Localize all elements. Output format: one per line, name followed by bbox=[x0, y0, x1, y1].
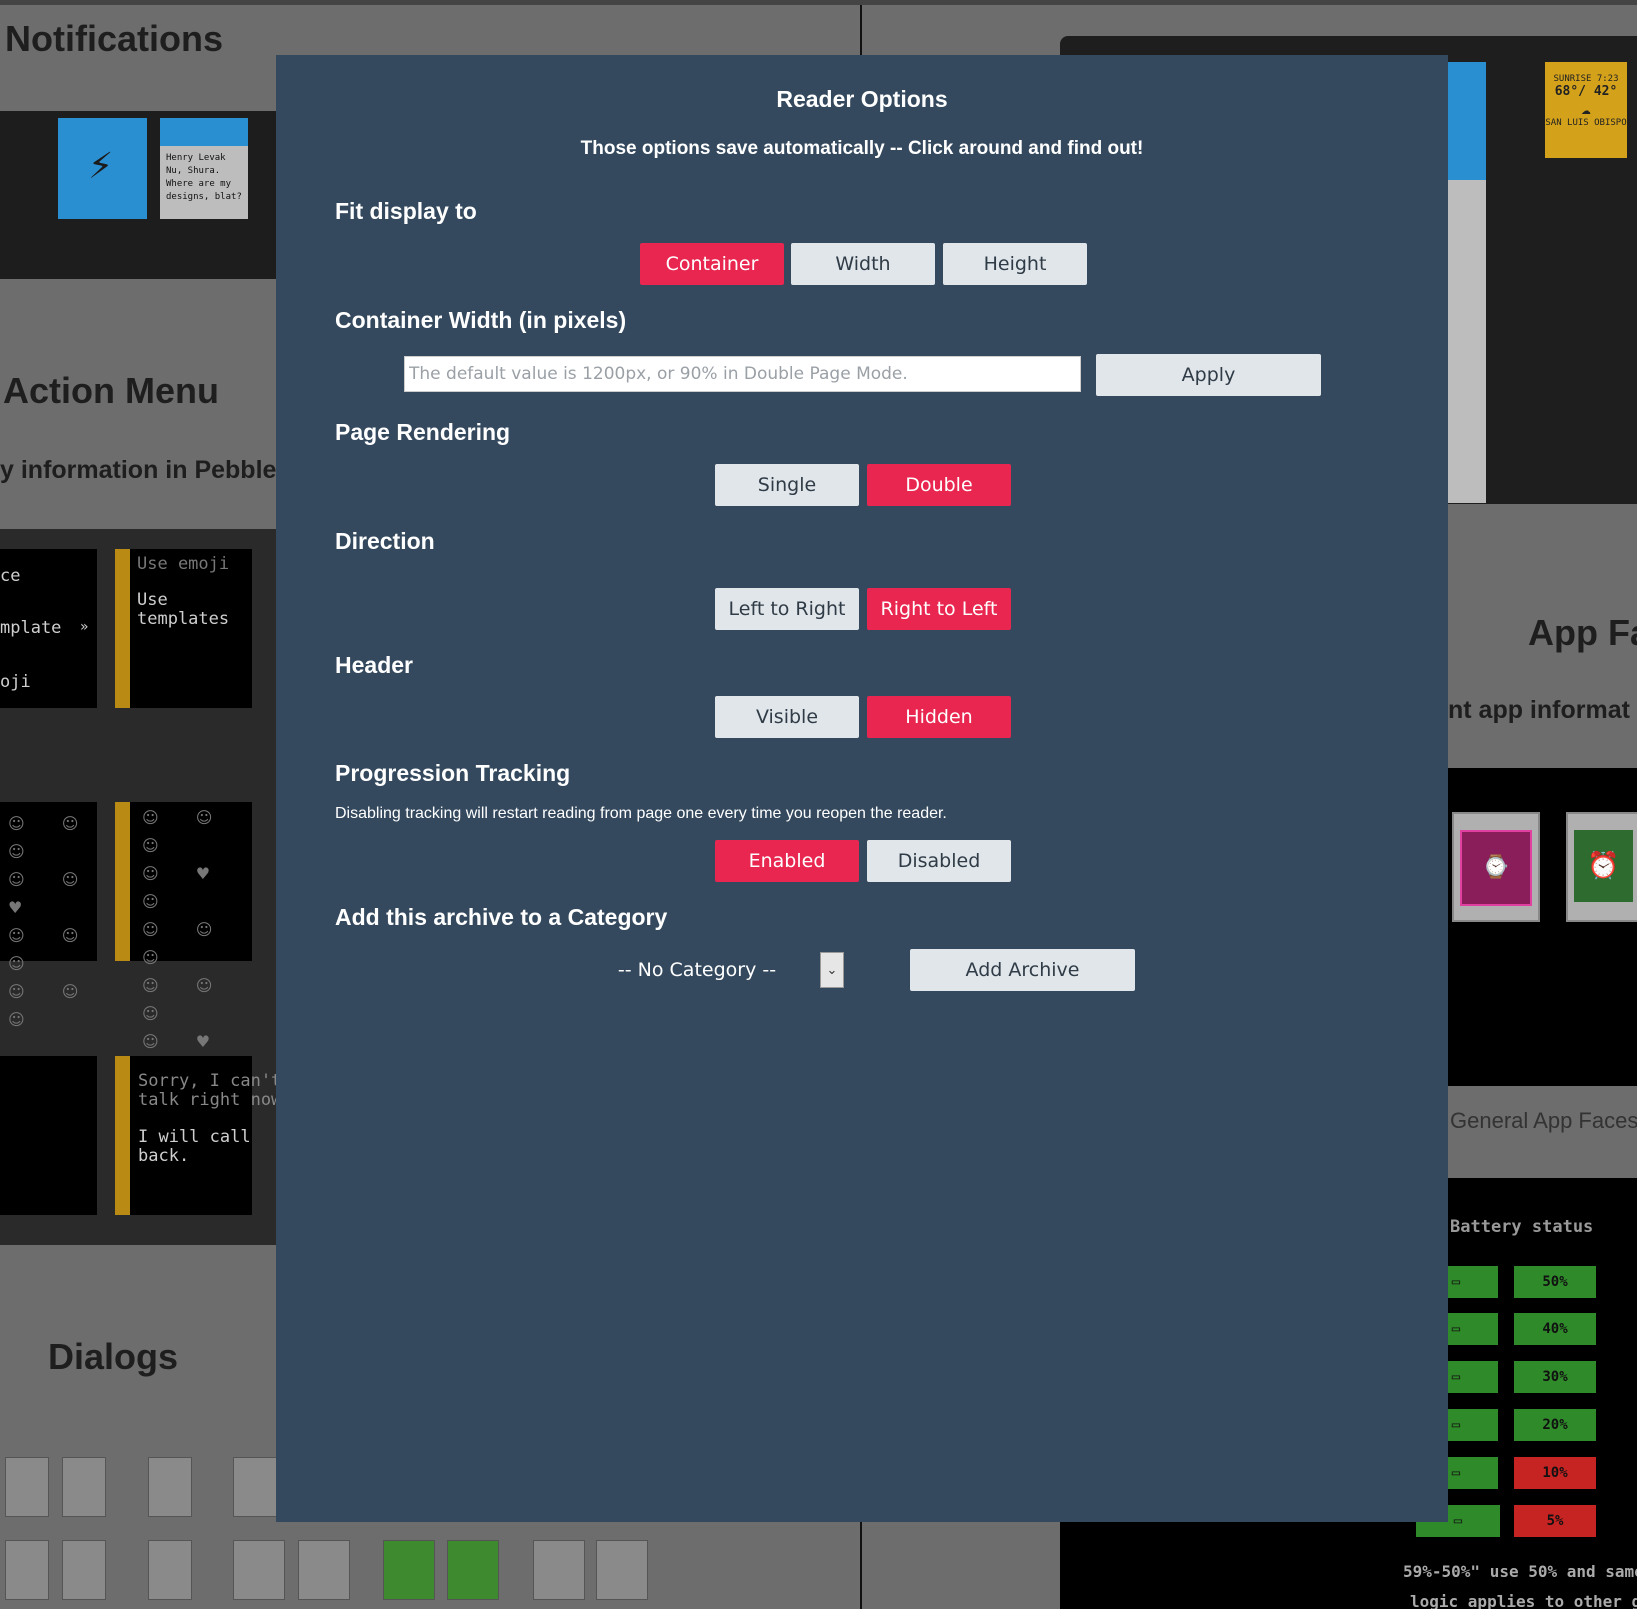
fit-height-button[interactable]: Height bbox=[943, 243, 1087, 285]
watch-screen-2: Use emoji Use templates bbox=[130, 549, 252, 708]
header-heading: Header bbox=[335, 652, 413, 678]
dialog-thumb bbox=[5, 1540, 49, 1600]
tracking-disabled-button[interactable]: Disabled bbox=[867, 840, 1011, 882]
lightning-icon: ⚡ bbox=[88, 146, 114, 187]
tracking-enabled-button[interactable]: Enabled bbox=[715, 840, 859, 882]
top-strip bbox=[0, 0, 1637, 5]
watch-screen-4: ☺ ☺ ☺☺ ♥ ☺☺ ☺ ☺☺ ☺ ☺☺ ♥ ☺ bbox=[130, 802, 252, 1079]
bg-heading-dialogs: Dialogs bbox=[48, 1336, 179, 1377]
action-bar-3 bbox=[115, 1056, 130, 1215]
battery-badge: 40% bbox=[1514, 1313, 1596, 1345]
modal-title: Reader Options bbox=[776, 86, 948, 112]
render-single-button[interactable]: Single bbox=[715, 464, 859, 506]
apply-width-button[interactable]: Apply bbox=[1096, 354, 1321, 396]
weather-city: SAN LUIS OBISPO bbox=[1545, 118, 1627, 128]
modal-subtitle: Those options save automatically -- Clic… bbox=[580, 138, 1144, 159]
watch-text-use-emoji: Use emoji bbox=[137, 554, 230, 574]
dialog-thumb bbox=[148, 1457, 192, 1517]
dialog-thumb bbox=[233, 1540, 285, 1600]
dialog-thumb bbox=[62, 1457, 106, 1517]
battery-badge: 10% bbox=[1514, 1457, 1596, 1489]
container-width-heading: Container Width (in pixels) bbox=[335, 307, 627, 333]
bg-heading-app-faces: App Fa bbox=[1528, 612, 1637, 653]
render-double-button[interactable]: Double bbox=[867, 464, 1011, 506]
weather-temp: 68°/ 42° bbox=[1554, 84, 1618, 99]
reader-options-modal: Reader Options Those options save automa… bbox=[276, 55, 1448, 1522]
bg-heading-action-menu: Action Menu bbox=[3, 370, 219, 411]
dialog-thumb bbox=[596, 1540, 648, 1600]
cloud-icon: ☁ bbox=[1581, 99, 1591, 118]
direction-heading: Direction bbox=[335, 528, 435, 554]
watch-icon: ⌚ bbox=[1460, 830, 1532, 906]
header-visible-button[interactable]: Visible bbox=[715, 696, 859, 738]
direction-rtl-button[interactable]: Right to Left bbox=[867, 588, 1011, 630]
bg-general-app-faces: General App Faces bbox=[1450, 1108, 1637, 1133]
battery-badge: 20% bbox=[1514, 1409, 1596, 1441]
fit-container-button[interactable]: Container bbox=[640, 243, 784, 285]
emoji-grid-icon: ☺ ☺ ☺ ☺ ☺ ♥ ☺ ☺ ☺ ☺ ☺ ☺ bbox=[8, 814, 95, 1029]
watch-screen-5 bbox=[0, 1056, 97, 1215]
header-hidden-button[interactable]: Hidden bbox=[867, 696, 1011, 738]
fit-width-button[interactable]: Width bbox=[791, 243, 935, 285]
category-heading: Add this archive to a Category bbox=[335, 904, 668, 930]
action-bar bbox=[115, 549, 130, 708]
weather-tile: SUNRISE 7:23 68°/ 42° ☁ SAN LUIS OBISPO bbox=[1545, 62, 1627, 158]
watch-text-will-call: I will call back. bbox=[138, 1127, 251, 1166]
category-select[interactable]: -- No Category -- ⌄ bbox=[574, 950, 844, 990]
notification-detail-tile: Henry Levak Nu, Shura. Where are my desi… bbox=[160, 118, 248, 219]
add-archive-button[interactable]: Add Archive bbox=[910, 949, 1135, 991]
direction-ltr-button[interactable]: Left to Right bbox=[715, 588, 859, 630]
emoji-grid-icon-2: ☺ ☺ ☺☺ ♥ ☺☺ ☺ ☺☺ ☺ ☺☺ ♥ ☺ bbox=[142, 808, 229, 1079]
bg-battery-status: Battery status bbox=[1450, 1217, 1594, 1237]
watch-screen-6: Sorry, I can't talk right now. I will ca… bbox=[130, 1056, 292, 1215]
alarm-face: ⌚ bbox=[1452, 812, 1540, 922]
bg-action-menu-sub: y information in Pebble bbox=[0, 456, 277, 484]
dialog-thumb bbox=[5, 1457, 49, 1517]
notif-text: Henry Levak Nu, Shura. Where are my desi… bbox=[166, 153, 242, 202]
battery-badge: 50% bbox=[1514, 1266, 1596, 1298]
watch-text-use-templates: Use templates bbox=[137, 590, 230, 629]
text-tile bbox=[1448, 180, 1486, 503]
watch-text-template: mplate bbox=[0, 618, 62, 638]
battery-badge: 5% bbox=[1514, 1505, 1596, 1537]
watch-screen-3: ☺ ☺ ☺ ☺ ☺ ♥ ☺ ☺ ☺ ☺ ☺ ☺ bbox=[0, 802, 97, 1029]
dialog-thumb bbox=[62, 1540, 106, 1600]
battery-badge: 30% bbox=[1514, 1361, 1596, 1393]
dialog-thumb bbox=[533, 1540, 585, 1600]
dialog-thumb-green bbox=[447, 1540, 499, 1600]
dialog-thumb bbox=[148, 1540, 192, 1600]
watch-text-ce: ce bbox=[0, 566, 21, 586]
weather-sunrise: SUNRISE 7:23 bbox=[1553, 74, 1619, 84]
battery-note-1: 59%-50%" use 50% and same bbox=[1403, 1562, 1637, 1581]
category-select-value: -- No Category -- bbox=[617, 959, 777, 981]
battery-note-2: logic applies to other groups bbox=[1410, 1592, 1637, 1609]
chevron-right-icon: » bbox=[80, 619, 89, 635]
watch-screen-1: ce mplate oji » bbox=[0, 549, 97, 708]
container-width-input[interactable] bbox=[404, 356, 1081, 392]
action-bar-2 bbox=[115, 802, 130, 961]
bg-heading-notifications: Notifications bbox=[5, 18, 224, 59]
watch-text-oji: oji bbox=[0, 672, 31, 692]
dialog-thumb-green bbox=[383, 1540, 435, 1600]
progression-description: Disabling tracking will restart reading … bbox=[335, 805, 947, 822]
dialog-thumb bbox=[233, 1457, 277, 1517]
fit-display-heading: Fit display to bbox=[335, 198, 477, 224]
dialog-thumb bbox=[298, 1540, 350, 1600]
notification-tile: ⚡ bbox=[58, 118, 147, 219]
watch-text-sorry: Sorry, I can't talk right now. bbox=[138, 1071, 292, 1110]
notification-face: ⏰ bbox=[1566, 812, 1637, 922]
progression-heading: Progression Tracking bbox=[335, 760, 571, 786]
page-rendering-heading: Page Rendering bbox=[335, 419, 511, 445]
bg-app-faces-sub: nt app informat bbox=[1448, 696, 1630, 724]
alarm-clock-icon: ⏰ bbox=[1574, 830, 1633, 902]
chevron-down-icon[interactable]: ⌄ bbox=[820, 952, 844, 988]
